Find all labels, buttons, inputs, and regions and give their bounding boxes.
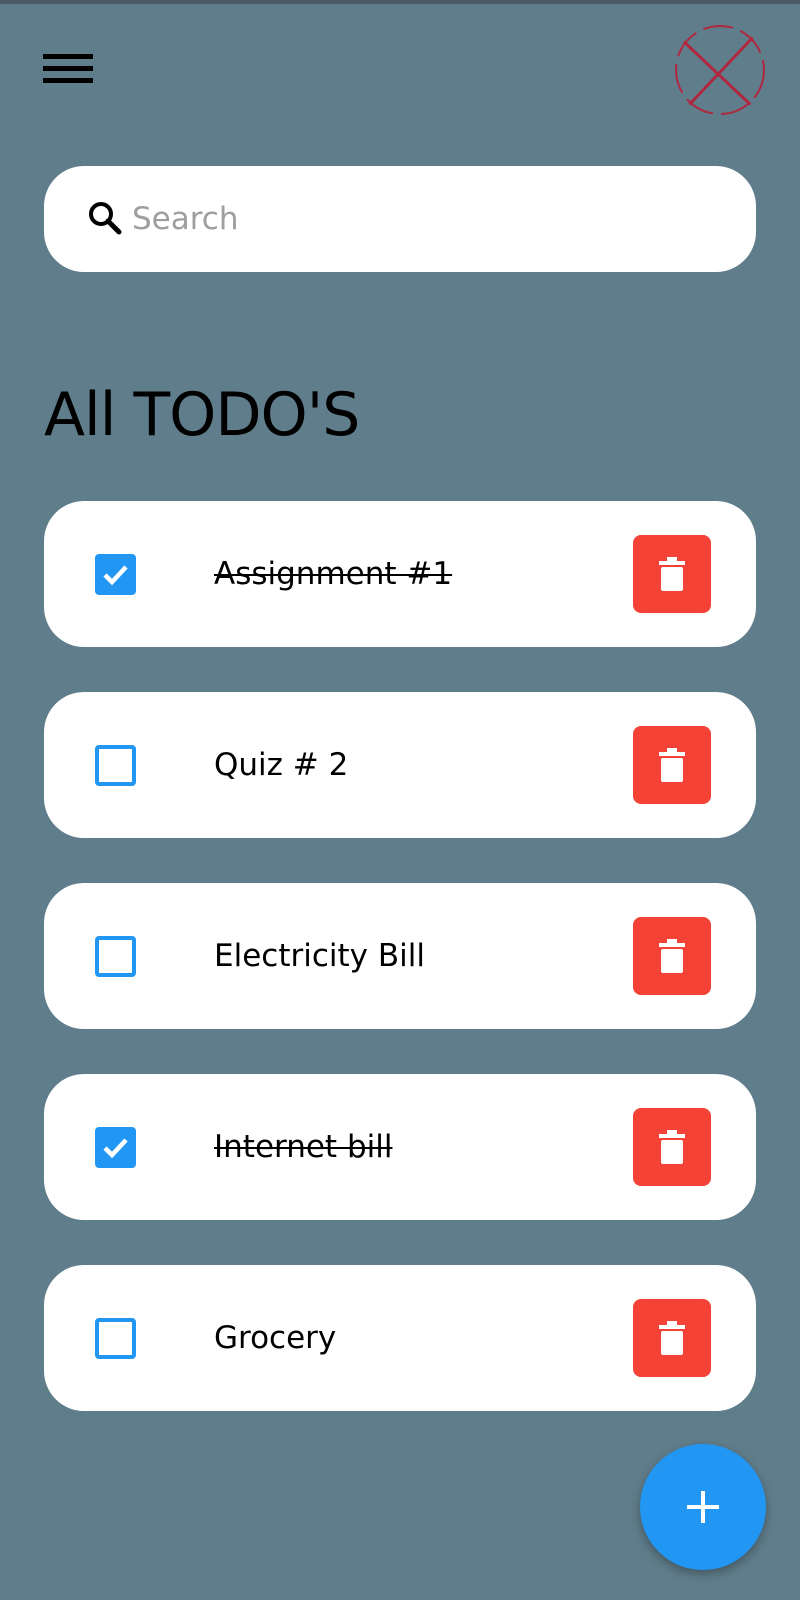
trash-icon xyxy=(659,557,685,591)
menu-button[interactable] xyxy=(40,48,96,90)
check-icon xyxy=(103,1138,128,1159)
todo-label: Quiz # 2 xyxy=(214,747,349,783)
trash-icon xyxy=(659,1130,685,1164)
todo-checkbox[interactable] xyxy=(95,554,136,595)
delete-button[interactable] xyxy=(633,535,711,613)
delete-button[interactable] xyxy=(633,917,711,995)
menu-icon-bar xyxy=(43,66,93,71)
todo-checkbox[interactable] xyxy=(95,1127,136,1168)
delete-button[interactable] xyxy=(633,726,711,804)
todo-item[interactable]: Internet bill xyxy=(44,1074,756,1220)
todo-item[interactable]: Quiz # 2 xyxy=(44,692,756,838)
todo-item[interactable]: Assignment #1 xyxy=(44,501,756,647)
todo-item[interactable]: Grocery xyxy=(44,1265,756,1411)
avatar[interactable] xyxy=(674,24,766,116)
todo-label: Electricity Bill xyxy=(214,938,425,974)
search-icon xyxy=(89,202,122,235)
add-todo-button[interactable] xyxy=(640,1444,766,1570)
todo-screen: All TODO'S Assignment #1 Quiz # 2 Electr… xyxy=(0,0,800,1600)
check-icon xyxy=(103,565,128,586)
todo-checkbox[interactable] xyxy=(95,936,136,977)
trash-icon xyxy=(659,748,685,782)
plus-icon xyxy=(687,1491,719,1523)
delete-button[interactable] xyxy=(633,1108,711,1186)
todo-checkbox[interactable] xyxy=(95,1318,136,1359)
trash-icon xyxy=(659,939,685,973)
trash-icon xyxy=(659,1321,685,1355)
menu-icon-bar xyxy=(43,78,93,83)
todo-label: Internet bill xyxy=(214,1129,393,1165)
todo-checkbox[interactable] xyxy=(95,745,136,786)
broken-image-icon xyxy=(675,25,765,115)
search-bar[interactable] xyxy=(44,166,756,272)
todo-item[interactable]: Electricity Bill xyxy=(44,883,756,1029)
page-title: All TODO'S xyxy=(44,380,360,450)
search-input[interactable] xyxy=(132,201,692,237)
delete-button[interactable] xyxy=(633,1299,711,1377)
todo-label: Assignment #1 xyxy=(214,556,453,592)
todo-label: Grocery xyxy=(214,1320,337,1356)
menu-icon-bar xyxy=(43,54,93,59)
